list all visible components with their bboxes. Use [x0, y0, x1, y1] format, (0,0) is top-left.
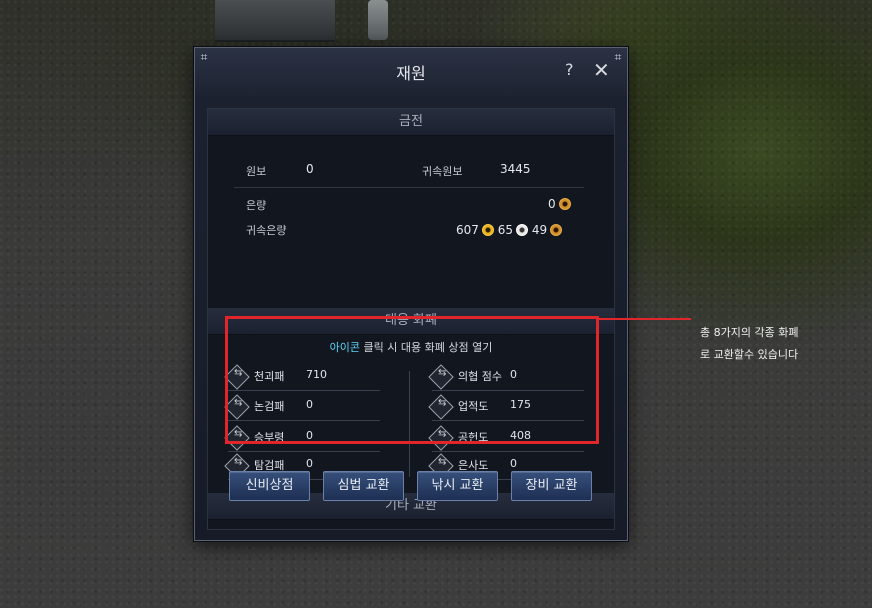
wealth-window: ⌗ ⌗ 재원 ? ✕ 금전 원보 0 귀속원보 3445 은량 0 귀속은량 6… [194, 47, 628, 541]
bound-silver-copper-value: 49 [531, 223, 548, 237]
title-bar[interactable]: ⌗ ⌗ 재원 ? ✕ [195, 48, 627, 96]
silver-coin-icon [516, 224, 529, 236]
annotation-line-2: 로 교환할수 있습니다 [700, 348, 799, 361]
bound-silver-label: 귀속은량 [246, 224, 287, 237]
equipment-exchange-button[interactable]: 장비 교환 [511, 471, 592, 501]
bound-wonbo-label: 귀속원보 [422, 165, 463, 178]
highlight-box [225, 316, 599, 444]
row-underline [228, 451, 380, 452]
silver-value: 0 [548, 197, 556, 211]
mystery-shop-button[interactable]: 신비상점 [229, 471, 310, 501]
silver-label: 은량 [246, 199, 267, 212]
window-title: 재원 [396, 64, 426, 83]
copper-coin-icon [550, 224, 563, 236]
close-button[interactable]: ✕ [593, 58, 610, 82]
silver-amount: 0 [548, 197, 571, 211]
separator [234, 187, 584, 188]
annotation-note: 총 8가지의 각종 화폐 로 교환할수 있습니다 [700, 322, 798, 366]
copper-coin-icon [558, 198, 571, 210]
wonbo-label: 원보 [246, 165, 267, 178]
bound-wonbo-value: 3445 [500, 162, 531, 176]
stone-structure [215, 0, 335, 42]
bound-silver-amount: 607 65 49 [456, 223, 563, 237]
currency-value: 0 [510, 457, 517, 470]
currency-value: 0 [306, 457, 313, 470]
annotation-connector [599, 318, 691, 320]
wonbo-value: 0 [306, 162, 314, 176]
bound-silver-gold-value: 607 [456, 223, 479, 237]
character-figure [368, 0, 388, 40]
money-section-header: 금전 [208, 109, 614, 136]
fishing-exchange-button[interactable]: 낚시 교환 [417, 471, 498, 501]
annotation-line-1: 총 8가지의 각종 화폐 [700, 326, 799, 339]
row-underline [432, 451, 584, 452]
bound-silver-silver-value: 65 [497, 223, 514, 237]
help-button[interactable]: ? [565, 60, 574, 79]
simbeop-exchange-button[interactable]: 심법 교환 [323, 471, 404, 501]
gold-coin-icon [481, 224, 494, 236]
